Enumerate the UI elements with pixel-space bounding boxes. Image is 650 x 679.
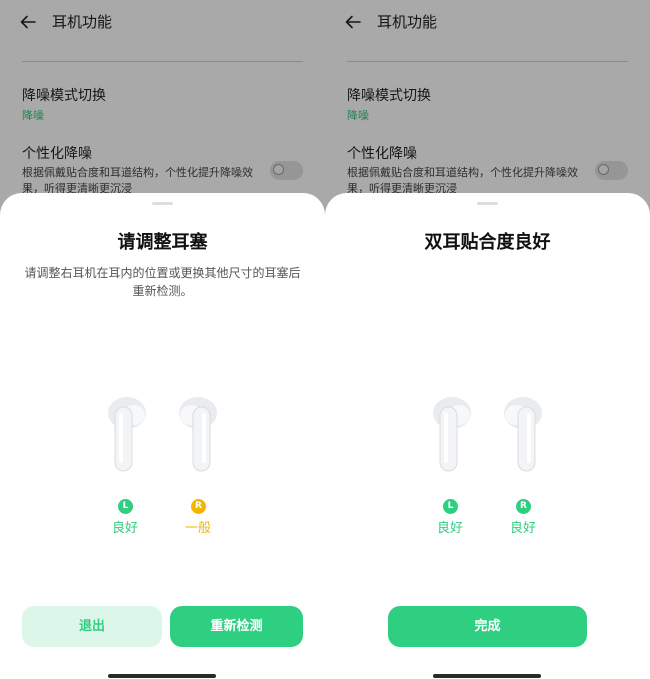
home-indicator[interactable] bbox=[433, 674, 541, 678]
right-ear-status: 一般 bbox=[184, 521, 211, 536]
sheet-title: 请调整耳塞 bbox=[117, 232, 208, 253]
home-indicator[interactable] bbox=[108, 674, 216, 678]
right-earbud-image bbox=[179, 397, 217, 472]
right-ear-status: 良好 bbox=[509, 521, 536, 536]
sheet-description: 请调整右耳机在耳内的位置或更换其他尺寸的耳塞后重新检测。 bbox=[24, 266, 301, 298]
right-ear-badge: R bbox=[516, 499, 531, 514]
left-ear-status: 良好 bbox=[436, 521, 463, 536]
screen-fit-good: 耳机功能 降噪模式切换 降噪 个性化降噪 根据佩戴贴合度和耳道结构，个性化提升降… bbox=[325, 0, 650, 679]
done-button[interactable]: 完成 bbox=[388, 606, 587, 647]
exit-button[interactable]: 退出 bbox=[22, 606, 162, 647]
left-earbud-image bbox=[433, 397, 471, 472]
screen-adjust-eartips: 耳机功能 降噪模式切换 降噪 个性化降噪 根据佩戴贴合度和耳道结构，个性化提升降… bbox=[0, 0, 325, 679]
sheet-grabber[interactable] bbox=[477, 202, 498, 205]
left-ear-status: 良好 bbox=[111, 521, 138, 536]
left-earbud-image bbox=[108, 397, 146, 472]
right-ear-badge: R bbox=[191, 499, 206, 514]
sheet-grabber[interactable] bbox=[152, 202, 173, 205]
sheet-title: 双耳贴合度良好 bbox=[424, 232, 551, 253]
retest-button[interactable]: 重新检测 bbox=[170, 606, 303, 647]
right-earbud-image bbox=[504, 397, 542, 472]
left-ear-badge: L bbox=[443, 499, 458, 514]
fit-test-sheet: 请调整耳塞 请调整右耳机在耳内的位置或更换其他尺寸的耳塞后重新检测。 L 良好 … bbox=[0, 193, 325, 679]
fit-test-sheet: 双耳贴合度良好 L 良好 R 良好 完成 bbox=[325, 193, 650, 679]
left-ear-badge: L bbox=[118, 499, 133, 514]
